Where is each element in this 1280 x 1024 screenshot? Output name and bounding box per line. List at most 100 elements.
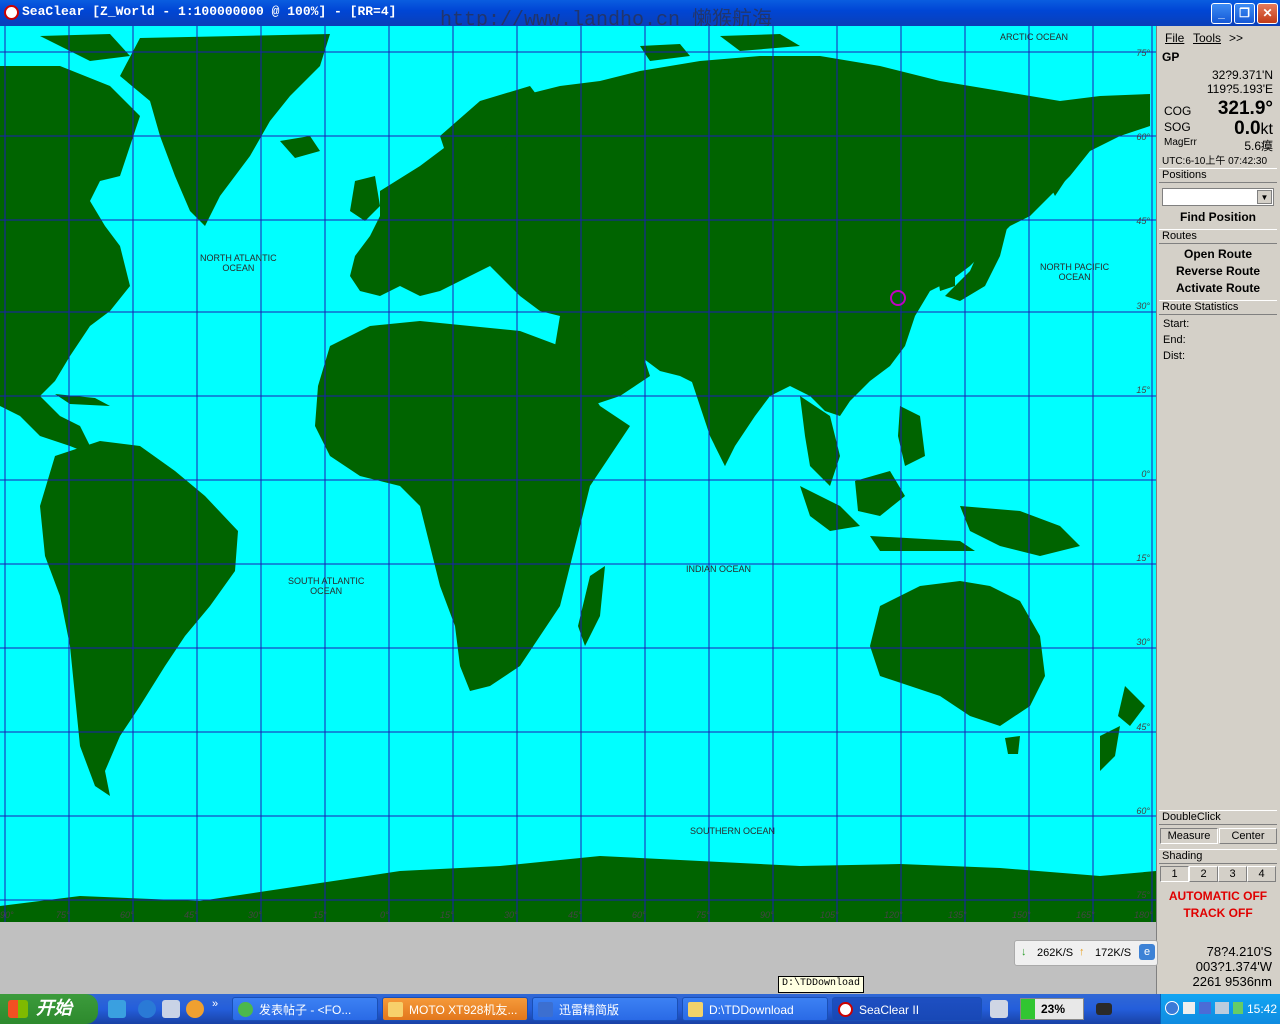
cog-label: COG	[1164, 104, 1192, 118]
activate-route-button[interactable]: Activate Route	[1159, 280, 1277, 297]
task-button[interactable]: 发表帖子 - <FO...	[232, 997, 378, 1021]
lon-label: 105°	[820, 910, 839, 920]
task-button[interactable]: MOTO XT928机友...	[382, 997, 528, 1021]
menu-tools[interactable]: Tools	[1193, 31, 1221, 45]
positions-dropdown[interactable]: ▼	[1162, 188, 1274, 206]
lat-label: 75°	[1136, 48, 1150, 58]
lon-label: 60°	[120, 910, 134, 920]
measure-button[interactable]: Measure	[1160, 828, 1218, 844]
ocean-label: SOUTH ATLANTIC OCEAN	[288, 576, 365, 596]
chart-view[interactable]: ARCTIC OCEAN NORTH ATLANTIC OCEAN NORTH …	[0, 26, 1156, 922]
find-position-button[interactable]: Find Position	[1159, 209, 1277, 226]
cog-value: 321.9°	[1217, 98, 1273, 119]
battery-percent: 23%	[1041, 1002, 1066, 1016]
browser-icon	[238, 1002, 253, 1017]
lon-label: 0°	[380, 910, 389, 920]
doubleclick-header: DoubleClick	[1159, 810, 1277, 825]
ocean-label: NORTH PACIFIC OCEAN	[1040, 262, 1110, 282]
lon-label: 75°	[56, 910, 70, 920]
lon-label: 15°	[313, 910, 327, 920]
task-button-active[interactable]: SeaClear II	[832, 997, 982, 1021]
lat-label: 15°	[1136, 385, 1150, 395]
chat-icon[interactable]	[186, 1000, 204, 1018]
lon-label: 120°	[884, 910, 903, 920]
utc-time: UTC:6-10上午 07:42:30	[1162, 156, 1268, 167]
tray-arrow-icon[interactable]	[1165, 1001, 1179, 1015]
open-route-button[interactable]: Open Route	[1159, 246, 1277, 263]
lat-label: 45°	[1136, 216, 1150, 226]
track-status[interactable]: TRACK OFF	[1159, 906, 1277, 920]
lon-label: 15°	[440, 910, 454, 920]
reverse-route-button[interactable]: Reverse Route	[1159, 263, 1277, 280]
battery-indicator[interactable]: 23%	[1020, 998, 1084, 1020]
window-title: SeaClear [Z_World - 1:100000000 @ 100%] …	[22, 4, 397, 19]
lon-label: 180°	[1134, 910, 1153, 920]
cursor-distance: 2261 9536nm	[1192, 974, 1272, 989]
media-icon[interactable]	[162, 1000, 180, 1018]
route-dist-label: Dist:	[1163, 350, 1185, 362]
menu-file[interactable]: File	[1165, 31, 1184, 45]
sog-label: SOG	[1164, 120, 1191, 134]
positions-header: Positions	[1159, 168, 1277, 183]
power-plug-icon[interactable]	[1096, 1003, 1112, 1015]
seaclear-app-icon[interactable]	[4, 5, 19, 20]
lat-label: 45°	[1136, 722, 1150, 732]
control-panel: File Tools >> GP 32?9.371'N 119?5.193'E …	[1156, 26, 1280, 994]
battery-fill	[1021, 999, 1035, 1019]
start-button[interactable]: 开始	[0, 994, 98, 1024]
route-start-label: Start:	[1163, 318, 1190, 330]
task-button[interactable]: 迅雷精简版	[532, 997, 678, 1021]
lon-label: 30°	[248, 910, 262, 920]
route-stats-header: Route Statistics	[1159, 300, 1277, 315]
shading-option-4[interactable]: 4	[1247, 866, 1276, 882]
lon-label: 45°	[184, 910, 198, 920]
wireless-icon[interactable]	[1233, 1002, 1243, 1014]
gp-header: GP	[1162, 50, 1180, 64]
download-tray-icon[interactable]	[1199, 1002, 1211, 1014]
network-icon[interactable]	[1215, 1002, 1229, 1014]
lon-label: 90°	[0, 910, 14, 920]
desktop-icon[interactable]	[108, 1000, 126, 1018]
lat-label: 60°	[1136, 806, 1150, 816]
system-tray: 15:42	[1160, 994, 1280, 1024]
ie-icon[interactable]	[138, 1000, 156, 1018]
lon-label: 75°	[696, 910, 710, 920]
close-button[interactable]: ✕	[1257, 3, 1278, 24]
ocean-label: INDIAN OCEAN	[686, 564, 752, 574]
lon-label: 150°	[1012, 910, 1031, 920]
tooltip: D:\TDDownload	[778, 976, 865, 993]
menu-more[interactable]: >>	[1229, 31, 1243, 45]
shading-option-3[interactable]: 3	[1218, 866, 1247, 882]
ocean-label: SOUTHERN OCEAN	[690, 826, 776, 836]
automatic-status[interactable]: AUTOMATIC OFF	[1159, 889, 1277, 903]
lat-label: 30°	[1136, 637, 1150, 647]
lat-label: 30°	[1136, 301, 1150, 311]
clock[interactable]: 15:42	[1247, 1002, 1277, 1016]
chevron-down-icon[interactable]: ▼	[1257, 190, 1272, 204]
folder-icon	[688, 1002, 703, 1017]
center-button[interactable]: Center	[1219, 828, 1277, 844]
download-arrow-icon: ↓	[1021, 946, 1027, 958]
shading-option-2[interactable]: 2	[1189, 866, 1218, 882]
lon-label: 165°	[1076, 910, 1095, 920]
download-speed-widget[interactable]: ↓ 262K/S ↑ 172K/S e	[1014, 940, 1158, 966]
lat-label: 75°	[1136, 890, 1150, 900]
lon-label: 30°	[504, 910, 518, 920]
sog-unit: kt	[1260, 121, 1273, 138]
minimize-button[interactable]: _	[1211, 3, 1232, 24]
restore-button[interactable]: ❐	[1234, 3, 1255, 24]
task-button[interactable]: D:\TDDownload	[682, 997, 828, 1021]
shading-option-1[interactable]: 1	[1160, 866, 1189, 882]
keyboard-icon[interactable]	[990, 1000, 1008, 1018]
status-strip	[0, 922, 1156, 994]
app-icon	[388, 1002, 403, 1017]
volume-icon[interactable]	[1183, 1002, 1195, 1014]
gp-longitude: 119?5.193'E	[1206, 82, 1273, 96]
sog-value: 0.0	[1234, 118, 1261, 139]
browser-icon[interactable]: e	[1139, 944, 1155, 960]
cursor-longitude: 003?1.374'W	[1195, 959, 1272, 974]
download-speed: 262K/S	[1037, 947, 1074, 959]
quicklaunch-more-icon[interactable]: »	[212, 998, 218, 1010]
lon-label: 135°	[948, 910, 967, 920]
lat-label: 15°	[1136, 553, 1150, 563]
